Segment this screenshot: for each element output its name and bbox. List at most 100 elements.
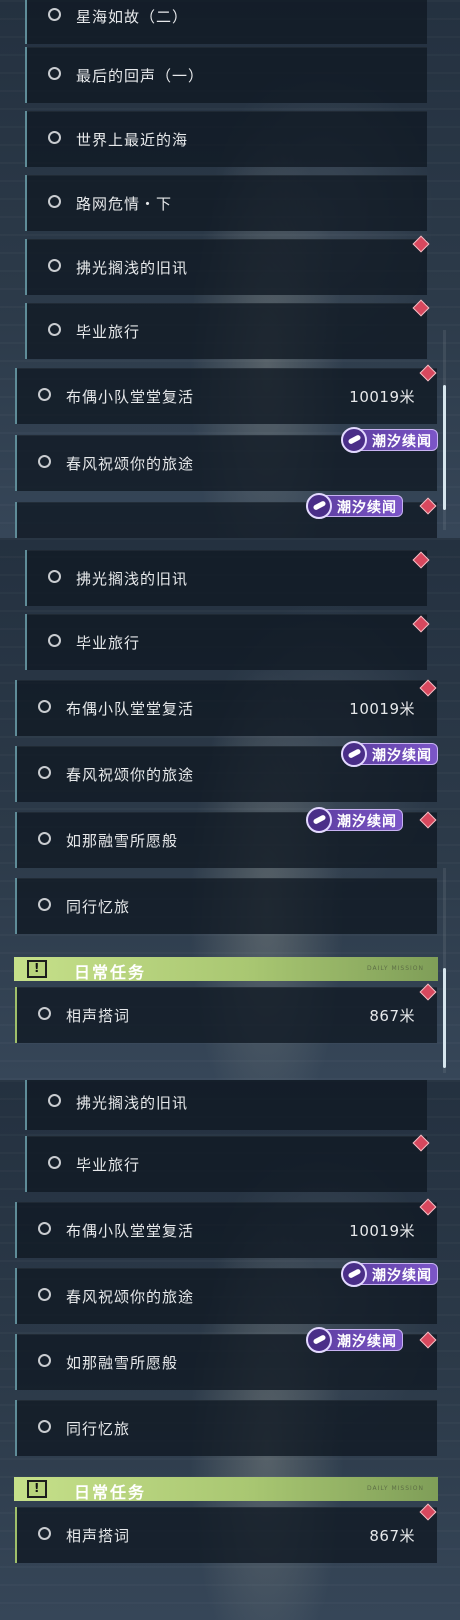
quest-status-circle-icon	[38, 388, 51, 401]
quest-title: 如那融雪所愿般	[66, 1354, 179, 1372]
quest-status-circle-icon	[48, 570, 61, 583]
quest-status-circle-icon	[48, 8, 61, 21]
quest-row-accent	[25, 550, 27, 606]
quest-title: 世界上最近的海	[76, 131, 189, 149]
scrollbar-thumb[interactable]	[443, 385, 446, 510]
quest-row-accent	[15, 1268, 17, 1324]
daily-mission-header: ! 日常任务 DAILY MISSION	[14, 957, 438, 982]
daily-mission-header: ! 日常任务 DAILY MISSION	[14, 1477, 438, 1502]
quest-row[interactable]: 星海如故（二）	[25, 0, 427, 44]
quest-row[interactable]: 拂光搁浅的旧讯	[25, 1080, 427, 1130]
quest-row[interactable]: 相声搭词 867米	[15, 1507, 437, 1563]
quest-distance: 10019米	[349, 700, 415, 718]
quest-row-accent	[15, 987, 17, 1043]
quest-title: 布偶小队堂堂复活	[66, 388, 195, 406]
quest-status-circle-icon	[38, 455, 51, 468]
quest-title: 星海如故（二）	[76, 8, 189, 26]
exclamation-icon: !	[27, 1480, 47, 1498]
quest-row[interactable]: 毕业旅行	[25, 303, 427, 359]
quest-row-accent	[25, 175, 27, 231]
quest-title: 毕业旅行	[76, 634, 141, 652]
quest-row[interactable]: 拂光搁浅的旧讯	[25, 550, 427, 606]
quest-row-accent	[25, 0, 27, 44]
quest-row-accent	[25, 47, 27, 103]
quest-panel-3: 拂光搁浅的旧讯 毕业旅行 布偶小队堂堂复活 10019米 潮汐续闻 春风祝颂你的…	[0, 1080, 460, 1620]
quest-row[interactable]: 同行忆旅	[15, 878, 437, 934]
quest-status-circle-icon	[48, 67, 61, 80]
quest-row-accent	[15, 878, 17, 934]
quest-title: 毕业旅行	[76, 1156, 141, 1174]
quest-row-accent	[15, 680, 17, 736]
quest-row-accent	[25, 1080, 27, 1130]
tide-event-icon	[341, 741, 367, 767]
quest-status-circle-icon	[38, 1222, 51, 1235]
tide-event-tag: 潮汐续闻	[341, 427, 438, 453]
quest-status-circle-icon	[48, 1156, 61, 1169]
tide-event-icon	[341, 1261, 367, 1287]
quest-row-accent	[15, 435, 17, 491]
tide-event-label: 潮汐续闻	[337, 814, 397, 830]
quest-row[interactable]: 拂光搁浅的旧讯	[25, 239, 427, 295]
quest-title: 布偶小队堂堂复活	[66, 1222, 195, 1240]
tide-event-label: 潮汐续闻	[372, 748, 432, 764]
quest-title: 拂光搁浅的旧讯	[76, 570, 189, 588]
quest-status-circle-icon	[38, 700, 51, 713]
tide-event-label: 潮汐续闻	[337, 1334, 397, 1350]
quest-status-circle-icon	[48, 259, 61, 272]
section-title: 日常任务	[74, 963, 147, 982]
tide-event-tag: 潮汐续闻	[341, 1261, 438, 1287]
quest-row[interactable]: 毕业旅行	[25, 1136, 427, 1192]
quest-title: 拂光搁浅的旧讯	[76, 259, 189, 277]
quest-distance: 10019米	[349, 388, 415, 406]
quest-row-accent	[25, 303, 27, 359]
quest-status-circle-icon	[48, 634, 61, 647]
quest-title: 如那融雪所愿般	[66, 832, 179, 850]
tide-event-tag: 潮汐续闻	[341, 741, 438, 767]
quest-title: 最后的回声（一）	[76, 67, 205, 85]
quest-row[interactable]: 路网危情・下	[25, 175, 427, 231]
quest-row[interactable]: 毕业旅行	[25, 614, 427, 670]
quest-status-circle-icon	[38, 1288, 51, 1301]
tide-event-tag: 潮汐续闻	[306, 1327, 403, 1353]
quest-status-circle-icon	[38, 766, 51, 779]
tide-event-tag: 潮汐续闻	[306, 493, 403, 519]
quest-status-circle-icon	[48, 1094, 61, 1107]
quest-title: 相声搭词	[66, 1527, 131, 1545]
quest-row-accent	[25, 1136, 27, 1192]
quest-title: 春风祝颂你的旅途	[66, 455, 195, 473]
quest-title: 相声搭词	[66, 1007, 131, 1025]
quest-row-accent	[25, 111, 27, 167]
quest-row[interactable]: 相声搭词 867米	[15, 987, 437, 1043]
quest-distance: 867米	[369, 1007, 415, 1025]
scrollbar-thumb[interactable]	[443, 968, 446, 1068]
quest-row-accent	[15, 1334, 17, 1390]
quest-row[interactable]: 最后的回声（一）	[25, 47, 427, 103]
quest-title: 拂光搁浅的旧讯	[76, 1094, 189, 1112]
quest-row[interactable]: 布偶小队堂堂复活 10019米	[15, 1202, 437, 1258]
tide-event-label: 潮汐续闻	[337, 500, 397, 516]
quest-status-circle-icon	[38, 898, 51, 911]
quest-distance: 10019米	[349, 1222, 415, 1240]
quest-status-circle-icon	[38, 1007, 51, 1020]
tide-event-icon	[306, 493, 332, 519]
quest-status-circle-icon	[38, 1354, 51, 1367]
tide-event-tag: 潮汐续闻	[306, 807, 403, 833]
tide-event-icon	[306, 807, 332, 833]
quest-panel-2: 拂光搁浅的旧讯 毕业旅行 布偶小队堂堂复活 10019米 潮汐续闻 春风祝颂你的…	[0, 538, 460, 1080]
quest-row[interactable]: 世界上最近的海	[25, 111, 427, 167]
quest-row-accent	[25, 614, 27, 670]
quest-row[interactable]: 布偶小队堂堂复活 10019米	[15, 680, 437, 736]
quest-title: 春风祝颂你的旅途	[66, 766, 195, 784]
quest-row[interactable]: 同行忆旅	[15, 1400, 437, 1456]
quest-title: 毕业旅行	[76, 323, 141, 341]
quest-title: 同行忆旅	[66, 898, 131, 916]
quest-status-circle-icon	[48, 131, 61, 144]
section-subtitle: DAILY MISSION	[366, 965, 424, 972]
quest-title: 同行忆旅	[66, 1420, 131, 1438]
quest-title: 春风祝颂你的旅途	[66, 1288, 195, 1306]
section-subtitle: DAILY MISSION	[366, 1485, 424, 1492]
quest-row-accent	[15, 1202, 17, 1258]
quest-title: 路网危情・下	[76, 195, 173, 213]
quest-row[interactable]: 布偶小队堂堂复活 10019米	[15, 368, 437, 424]
quest-status-circle-icon	[48, 323, 61, 336]
